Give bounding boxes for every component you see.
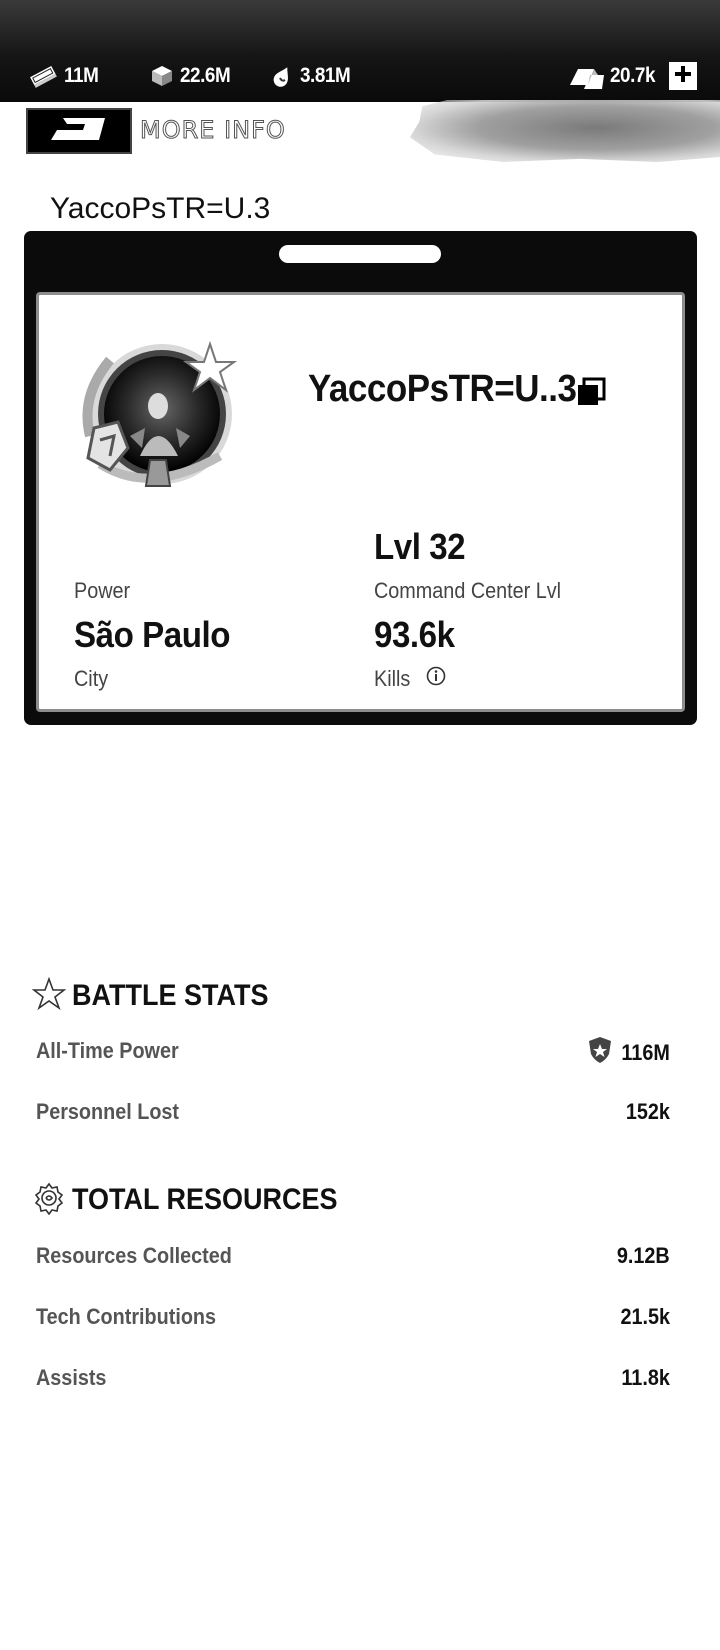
premium-currency[interactable]: 20.7k	[568, 60, 660, 92]
star-icon	[31, 976, 67, 1016]
power-shield-icon	[588, 1036, 612, 1070]
tech-contributions-label: Tech Contributions	[36, 1304, 217, 1329]
command-center-label: Command Center Lvl	[374, 578, 562, 603]
username: YaccoPsTR=U..3	[308, 368, 577, 410]
city-label: City	[74, 666, 109, 691]
city-value: São Paulo	[74, 614, 230, 655]
assists-label: Assists	[36, 1365, 107, 1390]
resources-collected-value-group: 9.12B	[611, 1243, 670, 1269]
kills-label: Kills	[374, 666, 411, 691]
assists-value-group: 11.8k	[616, 1365, 670, 1391]
add-premium-button[interactable]	[669, 62, 697, 90]
header-brush-decoration	[410, 100, 720, 162]
all-time-power-label: All-Time Power	[36, 1038, 179, 1063]
resource-fuel-value: 3.81M	[300, 64, 351, 87]
resource-supplies-value: 22.6M	[180, 64, 231, 87]
resource-money[interactable]: 11M	[28, 60, 102, 92]
gold-bars-icon	[568, 61, 608, 91]
resource-money-value: 11M	[64, 64, 99, 87]
all-time-power-value-group: 116M	[588, 1036, 670, 1070]
arrow-back-icon	[49, 116, 109, 147]
total-resources-header: TOTAL RESOURCES	[32, 1180, 367, 1220]
total-resources-title: TOTAL RESOURCES	[72, 1183, 338, 1216]
personnel-lost-value-group: 152k	[621, 1099, 670, 1125]
resource-supplies[interactable]: 22.6M	[150, 60, 236, 92]
fuel-drop-icon	[270, 64, 294, 88]
tech-contributions-value: 21.5k	[620, 1304, 670, 1329]
assists-value: 11.8k	[621, 1365, 670, 1390]
battle-stats-header: BATTLE STATS	[31, 976, 290, 1016]
money-stack-icon	[28, 64, 58, 88]
more-info-label: MORE INFO	[140, 116, 286, 145]
page-title: YaccoPsTR=U.3	[50, 192, 271, 225]
battle-stats-title: BATTLE STATS	[72, 979, 269, 1012]
copy-icon[interactable]	[576, 377, 606, 407]
supply-crate-icon	[150, 64, 174, 88]
plus-icon	[674, 65, 692, 88]
all-time-power-value: 116M	[621, 1040, 670, 1065]
gear-icon	[32, 1181, 66, 1220]
back-button[interactable]	[26, 108, 132, 154]
avatar[interactable]	[70, 336, 240, 506]
resources-collected-label: Resources Collected	[36, 1243, 232, 1268]
tech-contributions-value-group: 21.5k	[615, 1304, 670, 1330]
power-label: Power	[74, 578, 131, 603]
info-icon[interactable]	[426, 666, 446, 686]
card-handle	[279, 245, 441, 263]
kills-value: 93.6k	[374, 614, 455, 655]
resource-bar: 11M 22.6M 3.81M 20.7k	[0, 0, 720, 102]
premium-currency-value: 20.7k	[610, 64, 656, 87]
command-center-level: Lvl 32	[374, 526, 466, 567]
resources-collected-value: 9.12B	[617, 1243, 670, 1268]
personnel-lost-label: Personnel Lost	[36, 1099, 180, 1124]
personnel-lost-value: 152k	[625, 1099, 670, 1124]
resource-fuel[interactable]: 3.81M	[270, 60, 356, 92]
